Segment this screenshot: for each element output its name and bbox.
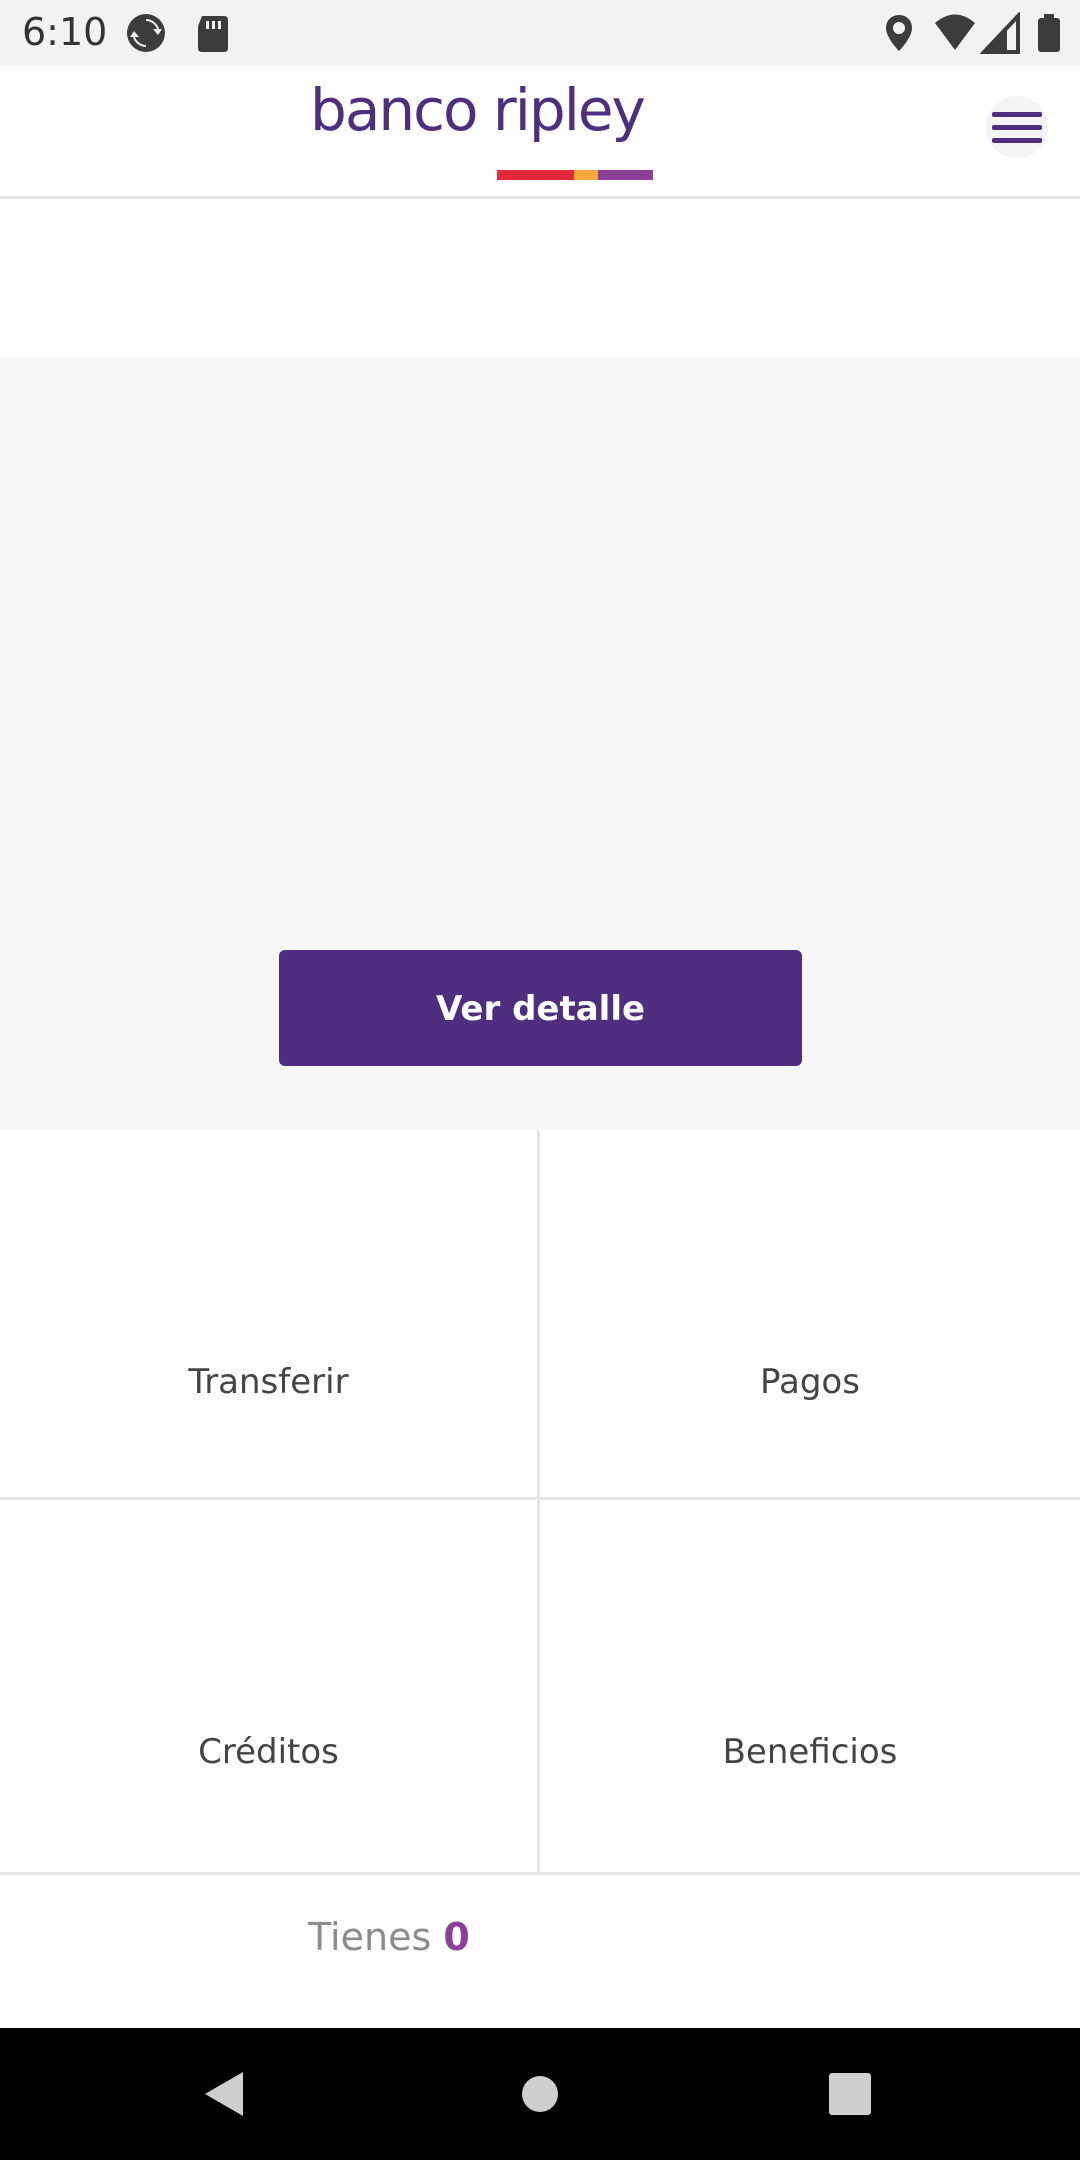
tile-beneficios[interactable]: Beneficios (540, 1500, 1080, 1872)
brand-logo[interactable]: banco ripley (310, 76, 660, 180)
hero-section: Ver detalle (0, 357, 1080, 1130)
battery-icon (1038, 14, 1060, 52)
hamburger-menu-icon[interactable] (986, 96, 1048, 158)
logo-stripe-orange (574, 170, 598, 180)
tile-label: Pagos (760, 1362, 860, 1402)
summary-bar: Tienes 0 (0, 1872, 1080, 2030)
tile-creditos[interactable]: Créditos (0, 1500, 540, 1872)
tile-label: Transferir (188, 1362, 349, 1402)
ver-detalle-button[interactable]: Ver detalle (279, 950, 802, 1066)
location-icon (886, 15, 912, 51)
summary-text: Tienes 0 (308, 1915, 470, 1959)
back-icon[interactable] (205, 2072, 243, 2116)
tile-label: Créditos (198, 1732, 339, 1772)
system-nav-bar (0, 2028, 1080, 2160)
status-time: 6:10 (22, 10, 108, 54)
content-placeholder (0, 199, 1080, 357)
sd-card-icon (198, 16, 228, 52)
app-header: banco ripley (0, 66, 1080, 199)
logo-stripe-violet (598, 170, 653, 180)
summary-count: 0 (443, 1915, 470, 1959)
brand-logo-text: banco ripley (310, 76, 646, 144)
tile-label: Beneficios (722, 1732, 898, 1772)
tile-pagos[interactable]: Pagos (540, 1130, 1080, 1500)
wifi-icon (935, 14, 975, 50)
logo-stripe-red (497, 170, 574, 180)
status-bar: 6:10 (0, 0, 1080, 66)
tile-transferir[interactable]: Transferir (0, 1130, 540, 1500)
recent-apps-icon[interactable] (829, 2073, 871, 2115)
summary-prefix: Tienes (308, 1915, 432, 1959)
sync-icon (127, 14, 165, 52)
cell-signal-icon (980, 12, 1020, 54)
home-icon[interactable] (522, 2076, 558, 2112)
